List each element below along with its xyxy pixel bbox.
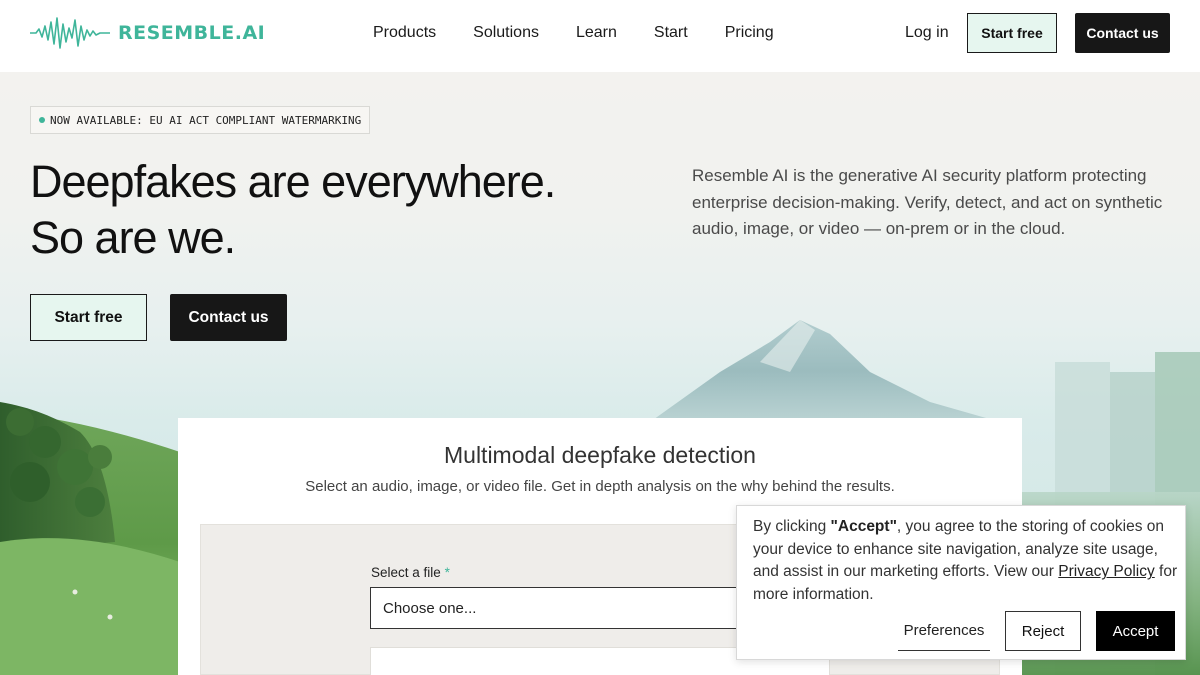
badge-text: NOW AVAILABLE: EU AI ACT COMPLIANT WATER… (50, 113, 362, 127)
nav-link-solutions[interactable]: Solutions (473, 24, 539, 42)
nav-link-learn[interactable]: Learn (576, 24, 617, 42)
detection-title: Multimodal deepfake detection (444, 442, 756, 468)
hero-title-line-1: Deepfakes are everywhere. (30, 156, 556, 207)
status-dot-icon (39, 117, 45, 123)
cookie-accept-button[interactable]: Accept (1096, 611, 1175, 651)
cookie-preferences-button[interactable]: Preferences (898, 611, 990, 651)
nav-link-products[interactable]: Products (373, 24, 436, 42)
login-link[interactable]: Log in (905, 24, 949, 42)
hero-title: Deepfakes are everywhere. So are we. (30, 154, 556, 266)
nav-contact-button[interactable]: Contact us (1075, 13, 1170, 53)
file-label: Select a file * (371, 565, 450, 580)
cookie-accept-quote: "Accept" (830, 518, 897, 535)
file-select-value: Choose one... (383, 599, 477, 617)
detection-subtitle: Select an audio, image, or video file. G… (305, 478, 895, 495)
hero-description: Resemble AI is the generative AI securit… (692, 166, 1163, 238)
logo[interactable]: RESEMBLE.AI (30, 14, 265, 52)
cookie-reject-button[interactable]: Reject (1005, 611, 1081, 651)
cookie-banner: By clicking "Accept", you agree to the s… (736, 505, 1186, 660)
cookie-text: By clicking "Accept", you agree to the s… (753, 516, 1178, 607)
logo-text: RESEMBLE.AI (118, 22, 266, 44)
nav-links: Products Solutions Learn Start Pricing (373, 24, 811, 42)
hero-title-line-2: So are we. (30, 212, 236, 263)
announcement-badge[interactable]: NOW AVAILABLE: EU AI ACT COMPLIANT WATER… (30, 106, 371, 134)
hero-contact-button[interactable]: Contact us (170, 294, 287, 341)
waveform-logo-icon (30, 17, 110, 49)
hero-start-free-button[interactable]: Start free (30, 294, 147, 341)
nav-start-free-button[interactable]: Start free (967, 13, 1057, 53)
top-nav: RESEMBLE.AI Products Solutions Learn Sta… (0, 0, 1200, 72)
file-label-text: Select a file (371, 565, 441, 580)
nav-link-pricing[interactable]: Pricing (725, 24, 774, 42)
nav-link-start[interactable]: Start (654, 24, 688, 42)
cookie-text-before: By clicking (753, 518, 831, 535)
required-mark: * (444, 565, 450, 580)
privacy-policy-link[interactable]: Privacy Policy (1058, 563, 1154, 580)
